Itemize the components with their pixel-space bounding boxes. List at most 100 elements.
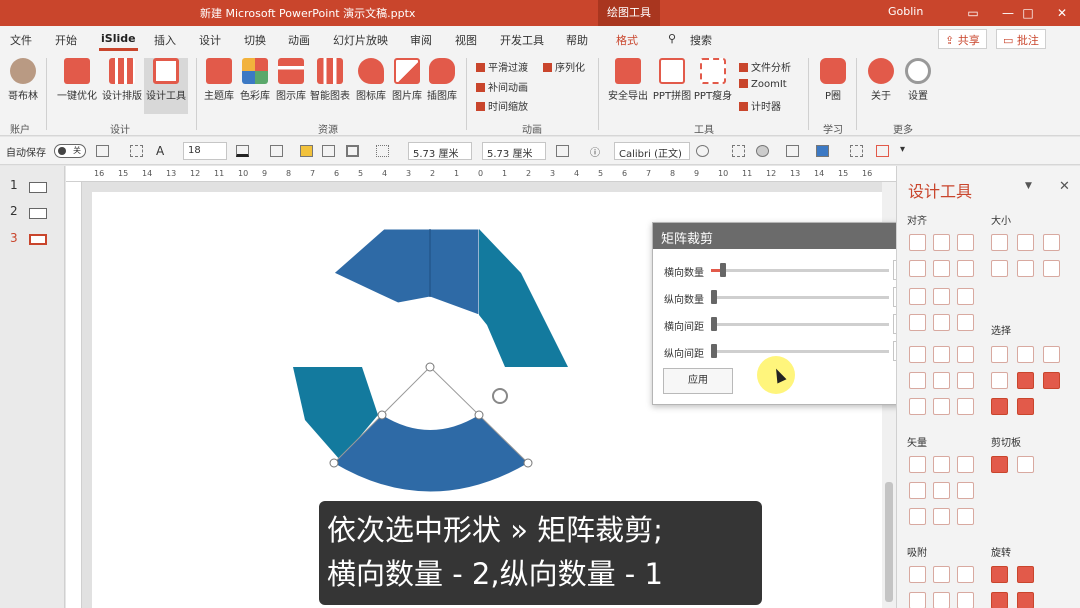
tool-icon[interactable] bbox=[957, 288, 974, 305]
size-lock-icon[interactable] bbox=[556, 145, 569, 157]
font-size-box[interactable]: 18 bbox=[183, 142, 227, 160]
tool-icon[interactable] bbox=[933, 592, 950, 608]
tab-view[interactable]: 视图 bbox=[455, 32, 477, 48]
tool-icon[interactable] bbox=[1043, 346, 1060, 363]
tool-icon[interactable] bbox=[991, 398, 1008, 415]
autosave-toggle[interactable]: 关 bbox=[54, 144, 86, 158]
maximize-icon[interactable]: □ bbox=[1010, 3, 1046, 23]
tool-icon[interactable] bbox=[957, 346, 974, 363]
slider-knob[interactable] bbox=[720, 263, 726, 277]
tween-animation-button[interactable]: 补间动画 bbox=[476, 79, 528, 94]
tool-icon[interactable] bbox=[1043, 260, 1060, 277]
ribbon-display-icon[interactable]: ▭ bbox=[955, 3, 991, 23]
slider-track[interactable] bbox=[711, 323, 889, 326]
tool-icon[interactable] bbox=[991, 234, 1008, 251]
tool-icon[interactable] bbox=[909, 314, 926, 331]
tool-icon[interactable] bbox=[957, 234, 974, 251]
tool-icon[interactable] bbox=[933, 566, 950, 583]
tool-icon[interactable] bbox=[909, 372, 926, 389]
effect-icon[interactable] bbox=[756, 145, 769, 157]
tool-icon[interactable] bbox=[1017, 372, 1034, 389]
tool-icon[interactable] bbox=[1017, 260, 1034, 277]
tool-icon[interactable] bbox=[1017, 398, 1034, 415]
tool-icon[interactable] bbox=[933, 314, 950, 331]
selection-handle[interactable] bbox=[377, 410, 387, 420]
serialize-button[interactable]: 序列化 bbox=[543, 59, 585, 74]
tab-help[interactable]: 帮助 bbox=[566, 32, 588, 48]
tool-icon[interactable] bbox=[933, 288, 950, 305]
account-button[interactable]: 哥布林 bbox=[6, 58, 40, 102]
dash-type-icon[interactable] bbox=[376, 145, 389, 157]
tool-icon[interactable] bbox=[991, 260, 1008, 277]
icon-library-button[interactable]: 图标库 bbox=[354, 58, 388, 102]
theme-library-button[interactable]: 主题库 bbox=[202, 58, 236, 102]
tool-icon[interactable] bbox=[991, 566, 1008, 583]
p-circle-button[interactable]: P圈 bbox=[818, 58, 848, 102]
tool-icon[interactable] bbox=[909, 234, 926, 251]
text-direction-icon[interactable] bbox=[130, 145, 143, 157]
tool-icon[interactable] bbox=[933, 260, 950, 277]
rotate-handle-icon[interactable] bbox=[492, 388, 508, 404]
tab-home[interactable]: 开始 bbox=[55, 32, 77, 48]
tab-format[interactable]: 格式 bbox=[616, 32, 638, 48]
shape-style-icon[interactable] bbox=[696, 145, 709, 157]
settings-button[interactable]: 设置 bbox=[903, 58, 933, 102]
tool-icon[interactable] bbox=[909, 346, 926, 363]
help-icon[interactable]: ⓘ bbox=[590, 144, 600, 159]
safe-export-button[interactable]: 安全导出 bbox=[604, 58, 652, 102]
ppt-collage-button[interactable]: PPT拼图 bbox=[652, 58, 692, 102]
shape-width-box[interactable]: 5.73 厘米 bbox=[408, 142, 472, 160]
rotate-icon[interactable] bbox=[876, 145, 889, 157]
selection-handle[interactable] bbox=[425, 362, 435, 372]
tool-icon[interactable] bbox=[957, 482, 974, 499]
slider-knob[interactable] bbox=[711, 344, 717, 358]
slider-track[interactable] bbox=[711, 350, 889, 353]
tool-icon[interactable] bbox=[957, 314, 974, 331]
font-color-icon[interactable]: A bbox=[156, 144, 164, 158]
tool-icon[interactable] bbox=[991, 372, 1008, 389]
search-icon[interactable]: ⚲ bbox=[668, 32, 676, 45]
ppt-slim-button[interactable]: PPT瘦身 bbox=[692, 58, 734, 102]
tool-icon[interactable] bbox=[933, 482, 950, 499]
line-weight-icon[interactable] bbox=[346, 145, 359, 157]
about-button[interactable]: 关于 bbox=[866, 58, 896, 102]
tool-icon[interactable] bbox=[1043, 372, 1060, 389]
tab-file[interactable]: 文件 bbox=[10, 32, 32, 48]
group-icon[interactable] bbox=[816, 145, 829, 157]
tool-icon[interactable] bbox=[933, 508, 950, 525]
file-analysis-button[interactable]: 文件分析 bbox=[739, 59, 791, 74]
slider-knob[interactable] bbox=[711, 290, 717, 304]
more-commands-icon[interactable]: ▾ bbox=[900, 144, 905, 155]
illustration-library-button[interactable]: 插图库 bbox=[424, 58, 460, 102]
one-click-optimize-button[interactable]: 一键优化 bbox=[54, 58, 100, 102]
tab-transitions[interactable]: 切换 bbox=[244, 32, 266, 48]
tool-icon[interactable] bbox=[957, 260, 974, 277]
timer-button[interactable]: 计时器 bbox=[739, 98, 781, 113]
tool-icon[interactable] bbox=[909, 508, 926, 525]
selection-handle[interactable] bbox=[474, 410, 484, 420]
tool-icon[interactable] bbox=[991, 346, 1008, 363]
selection-handle[interactable] bbox=[523, 458, 533, 468]
tool-icon[interactable] bbox=[909, 592, 926, 608]
tool-icon[interactable] bbox=[933, 456, 950, 473]
tool-icon[interactable] bbox=[957, 456, 974, 473]
tool-icon[interactable] bbox=[933, 372, 950, 389]
tool-icon[interactable] bbox=[909, 288, 926, 305]
slide-thumbnail[interactable] bbox=[29, 182, 47, 193]
tab-slideshow[interactable]: 幻灯片放映 bbox=[333, 32, 388, 48]
tool-icon[interactable] bbox=[933, 398, 950, 415]
design-layout-button[interactable]: 设计排版 bbox=[100, 58, 144, 102]
select-pane-icon[interactable] bbox=[850, 145, 863, 157]
fill-color-icon[interactable] bbox=[236, 145, 249, 157]
arc-segment-top[interactable] bbox=[333, 228, 480, 316]
tool-icon[interactable] bbox=[957, 372, 974, 389]
slide-thumbnail-active[interactable] bbox=[29, 234, 47, 245]
tool-icon[interactable] bbox=[909, 456, 926, 473]
outline-icon[interactable] bbox=[270, 145, 283, 157]
tool-icon[interactable] bbox=[957, 566, 974, 583]
comment-button[interactable]: ▭ 批注 bbox=[996, 29, 1046, 49]
font-name-box[interactable]: Calibri (正文) bbox=[614, 142, 690, 160]
slider-track[interactable] bbox=[711, 269, 889, 272]
search-label[interactable]: 搜索 bbox=[690, 32, 712, 48]
image-library-button[interactable]: 图片库 bbox=[390, 58, 424, 102]
